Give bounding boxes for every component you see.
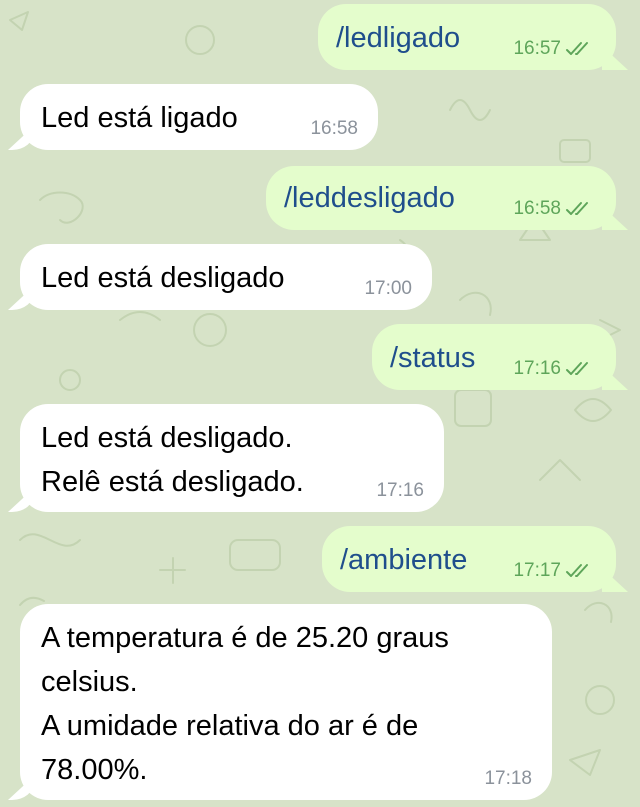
message-time: 17:16 [513,358,561,379]
double-check-icon [564,41,594,57]
message-time: 16:58 [310,118,358,139]
message-meta: 16:57 [513,38,594,60]
message-time: 16:58 [513,198,561,219]
message-meta: 17:16 [376,480,424,502]
message-meta: 16:58 [310,118,358,140]
message-text: A temperatura é de 25.20 graus celsius. … [41,622,449,786]
message-time: 17:18 [484,768,532,789]
message-bubble-outgoing[interactable]: /leddesligado 16:58 [266,166,616,230]
double-check-icon [564,201,594,217]
message-meta: 17:00 [364,278,412,300]
message-bubble-incoming[interactable]: Led está desligado. Relê está desligado.… [20,404,444,512]
message-bubble-incoming[interactable]: Led está desligado 17:00 [20,244,432,310]
message-bubble-outgoing[interactable]: /ambiente 17:17 [322,526,616,592]
message-time: 17:00 [364,278,412,299]
message-time: 17:16 [376,480,424,501]
message-time: 17:17 [513,560,561,581]
message-bubble-outgoing[interactable]: /status 17:16 [372,324,616,390]
message-bubble-incoming[interactable]: Led está ligado 16:58 [20,84,378,150]
message-meta: 17:18 [484,768,532,790]
message-bubble-incoming[interactable]: A temperatura é de 25.20 graus celsius. … [20,604,552,800]
double-check-icon [564,361,594,377]
double-check-icon [564,563,594,579]
message-meta: 17:17 [513,560,594,582]
message-time: 16:57 [513,38,561,59]
message-meta: 17:16 [513,358,594,380]
message-meta: 16:58 [513,198,594,220]
message-bubble-outgoing[interactable]: /ledligado 16:57 [318,4,616,70]
